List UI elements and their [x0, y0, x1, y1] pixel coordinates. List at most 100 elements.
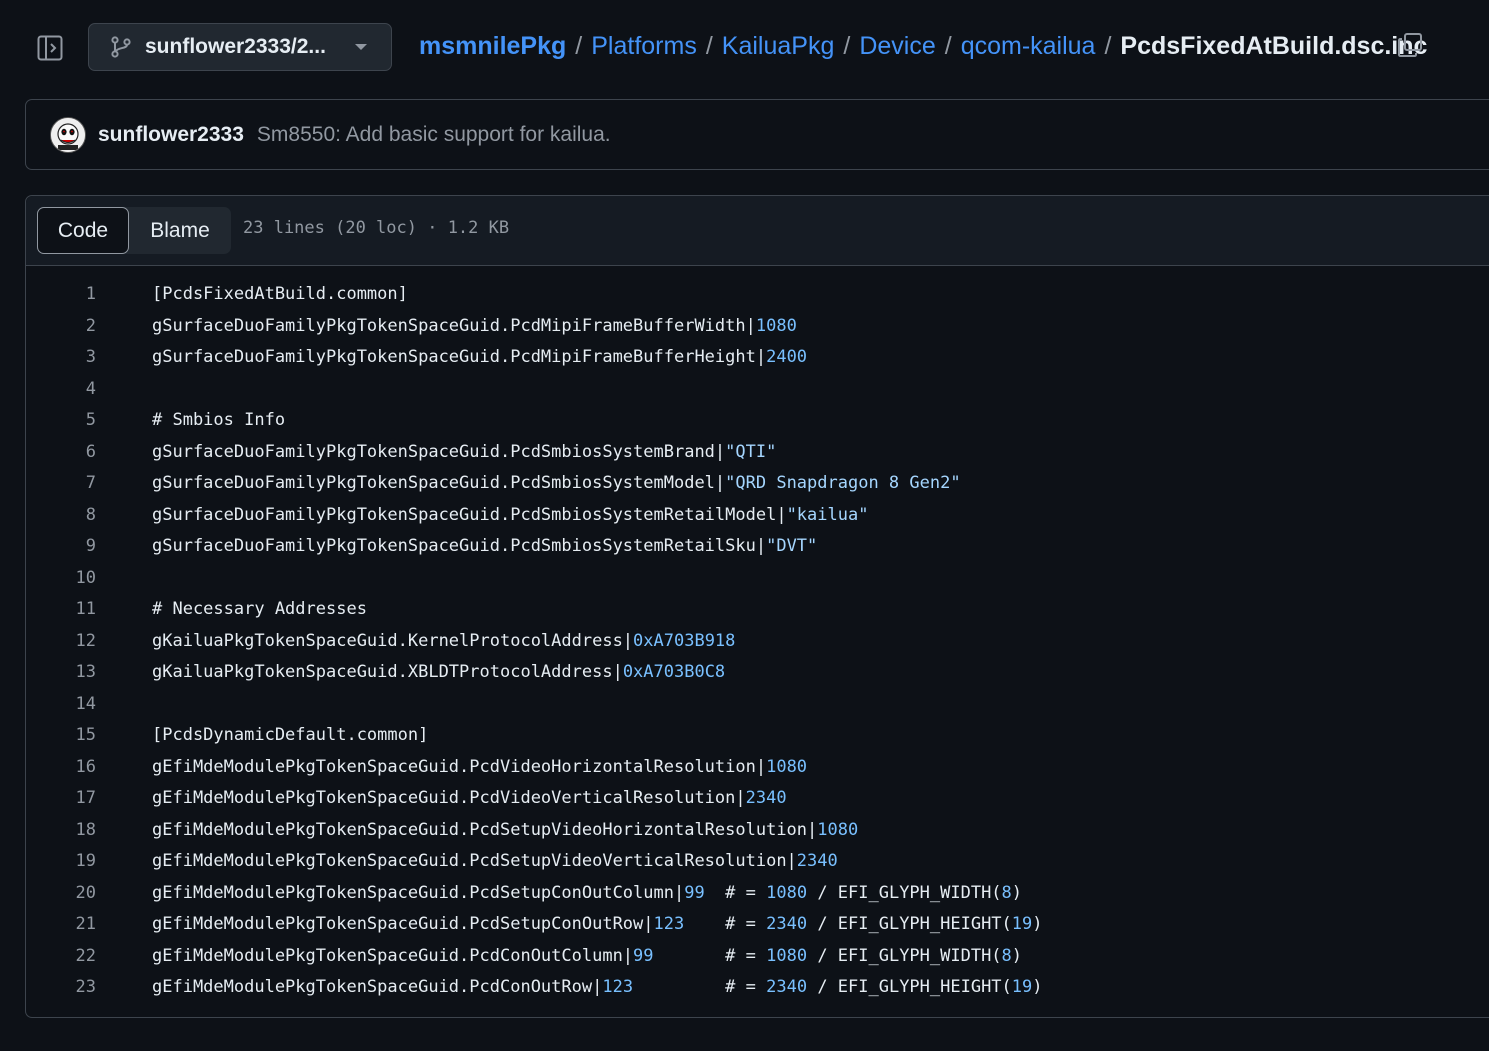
line-number[interactable]: 18: [26, 815, 96, 847]
line-code: gEfiMdeModulePkgTokenSpaceGuid.PcdSetupC…: [152, 878, 1022, 910]
code-text: # =: [684, 914, 767, 934]
line-number[interactable]: 4: [26, 374, 96, 406]
code-line: 10: [26, 563, 1489, 595]
code-constant: 123: [653, 914, 685, 934]
code-text: gEfiMdeModulePkgTokenSpaceGuid.PcdSetupC…: [152, 914, 654, 934]
code-text: # =: [704, 882, 767, 903]
code-line: 3 gSurfaceDuoFamilyPkgTokenSpaceGuid.PcdM…: [26, 342, 1489, 374]
code-text: ): [1011, 945, 1023, 966]
code-constant: 1080: [755, 315, 797, 336]
code-text: gEfiMdeModulePkgTokenSpaceGuid.PcdVideoV…: [152, 788, 746, 808]
code-text: ): [1032, 914, 1043, 934]
code-text: ): [1011, 882, 1023, 903]
code-line: 13 gKailuaPkgTokenSpaceGuid.XBLDTProtocol…: [26, 657, 1489, 689]
line-number[interactable]: 20: [26, 878, 96, 910]
tab-blame[interactable]: Blame: [129, 207, 231, 254]
breadcrumb-separator: /: [705, 31, 713, 60]
breadcrumb-separator: /: [843, 31, 851, 60]
line-number[interactable]: 16: [26, 752, 96, 784]
line-code: # Smbios Info: [152, 405, 285, 437]
line-number[interactable]: 12: [26, 626, 96, 658]
file-header: Code Blame 23 lines (20 loc) · 1.2 KB: [26, 196, 1489, 266]
line-code: gSurfaceDuoFamilyPkgTokenSpaceGuid.PcdSm…: [152, 500, 868, 532]
code-text: / EFI_GLYPH_WIDTH(: [807, 882, 1002, 903]
code-text: gEfiMdeModulePkgTokenSpaceGuid.PcdConOut…: [152, 945, 634, 966]
line-number[interactable]: 21: [26, 909, 96, 941]
code-line: 16 gEfiMdeModulePkgTokenSpaceGuid.PcdVide…: [26, 752, 1489, 784]
code-text: ): [1032, 977, 1043, 997]
line-code: gSurfaceDuoFamilyPkgTokenSpaceGuid.PcdMi…: [152, 342, 807, 374]
breadcrumb-separator: /: [575, 31, 583, 60]
triangle-down-icon: [355, 44, 367, 50]
avatar[interactable]: [50, 116, 86, 153]
breadcrumb-link-repo[interactable]: msmnilePkg: [419, 32, 566, 61]
line-number[interactable]: 23: [26, 972, 96, 1004]
code-line: 17 gEfiMdeModulePkgTokenSpaceGuid.PcdVide…: [26, 783, 1489, 815]
code-text: gSurfaceDuoFamilyPkgTokenSpaceGuid.PcdMi…: [152, 315, 756, 336]
line-number[interactable]: 8: [26, 500, 96, 532]
file-viewer: Code Blame 23 lines (20 loc) · 1.2 KB 1 […: [25, 195, 1489, 1018]
code-text: # Necessary Addresses: [152, 599, 367, 619]
branch-selector-button[interactable]: sunflower2333/2...: [88, 23, 392, 71]
code-constant: 1080: [766, 756, 808, 777]
line-code: gEfiMdeModulePkgTokenSpaceGuid.PcdSetupV…: [152, 815, 858, 847]
code-line: 14: [26, 689, 1489, 721]
commit-message[interactable]: Sm8550: Add basic support for kailua.: [257, 123, 611, 147]
line-number[interactable]: 11: [26, 594, 96, 626]
code-line: 1 [PcdsFixedAtBuild.common]: [26, 279, 1489, 311]
line-number[interactable]: 2: [26, 311, 96, 343]
code-text: gEfiMdeModulePkgTokenSpaceGuid.PcdSetupV…: [152, 819, 818, 840]
code-line: 7 gSurfaceDuoFamilyPkgTokenSpaceGuid.PcdS…: [26, 468, 1489, 500]
line-code: gEfiMdeModulePkgTokenSpaceGuid.PcdSetupC…: [152, 909, 1043, 941]
breadcrumb-link-platforms[interactable]: Platforms: [591, 32, 697, 61]
line-code: gEfiMdeModulePkgTokenSpaceGuid.PcdSetupV…: [152, 846, 838, 878]
code-text: gEfiMdeModulePkgTokenSpaceGuid.PcdConOut…: [152, 977, 603, 997]
sidebar-expand-icon[interactable]: [37, 35, 63, 61]
line-number[interactable]: 10: [26, 563, 96, 595]
line-number[interactable]: 22: [26, 941, 96, 973]
code-constant: 99: [633, 945, 654, 966]
code-line: 21 gEfiMdeModulePkgTokenSpaceGuid.PcdSetu…: [26, 909, 1489, 941]
copy-icon[interactable]: [1396, 31, 1424, 59]
code-constant: 1080: [766, 882, 808, 903]
code-text: gSurfaceDuoFamilyPkgTokenSpaceGuid.PcdSm…: [152, 473, 726, 493]
line-number[interactable]: 6: [26, 437, 96, 469]
line-number[interactable]: 14: [26, 689, 96, 721]
git-branch-icon: [109, 35, 133, 59]
branch-label: sunflower2333/2...: [145, 35, 326, 58]
code-text: gKailuaPkgTokenSpaceGuid.KernelProtocolA…: [152, 630, 634, 651]
latest-commit-bar: sunflower2333 Sm8550: Add basic support …: [25, 99, 1489, 170]
commit-author[interactable]: sunflower2333: [98, 123, 244, 147]
breadcrumb-link-device[interactable]: Device: [859, 32, 935, 61]
line-code: [PcdsFixedAtBuild.common]: [152, 279, 408, 311]
line-number[interactable]: 13: [26, 657, 96, 689]
code-text: [PcdsDynamicDefault.common]: [152, 725, 429, 745]
breadcrumb-link-qcom-kailua[interactable]: qcom-kailua: [961, 32, 1096, 61]
line-number[interactable]: 3: [26, 342, 96, 374]
line-number[interactable]: 17: [26, 783, 96, 815]
code-string: "kailua": [786, 504, 869, 525]
line-number[interactable]: 15: [26, 720, 96, 752]
line-number[interactable]: 9: [26, 531, 96, 563]
code-line: 9 gSurfaceDuoFamilyPkgTokenSpaceGuid.PcdS…: [26, 531, 1489, 563]
code-line: 15 [PcdsDynamicDefault.common]: [26, 720, 1489, 752]
line-number[interactable]: 5: [26, 405, 96, 437]
code-line: 6 gSurfaceDuoFamilyPkgTokenSpaceGuid.PcdS…: [26, 437, 1489, 469]
line-number[interactable]: 1: [26, 279, 96, 311]
breadcrumb-separator: /: [944, 31, 952, 60]
code-constant: 8: [1001, 882, 1012, 903]
tab-code[interactable]: Code: [37, 207, 129, 254]
code-constant: 2400: [766, 347, 808, 367]
code-text: gEfiMdeModulePkgTokenSpaceGuid.PcdSetupC…: [152, 882, 685, 903]
current-file-name: PcdsFixedAtBuild.dsc.inc: [1120, 31, 1428, 60]
line-number[interactable]: 7: [26, 468, 96, 500]
breadcrumb-separator: /: [1104, 31, 1112, 60]
code-constant: 2340: [796, 851, 838, 871]
code-line: 5 # Smbios Info: [26, 405, 1489, 437]
code-text: gSurfaceDuoFamilyPkgTokenSpaceGuid.PcdSm…: [152, 536, 767, 556]
code-constant: 123: [602, 977, 634, 997]
line-number[interactable]: 19: [26, 846, 96, 878]
code-text: # =: [653, 945, 767, 966]
breadcrumb-link-kailuapkg[interactable]: KailuaPkg: [722, 32, 835, 61]
code-text: gSurfaceDuoFamilyPkgTokenSpaceGuid.PcdSm…: [152, 441, 726, 462]
